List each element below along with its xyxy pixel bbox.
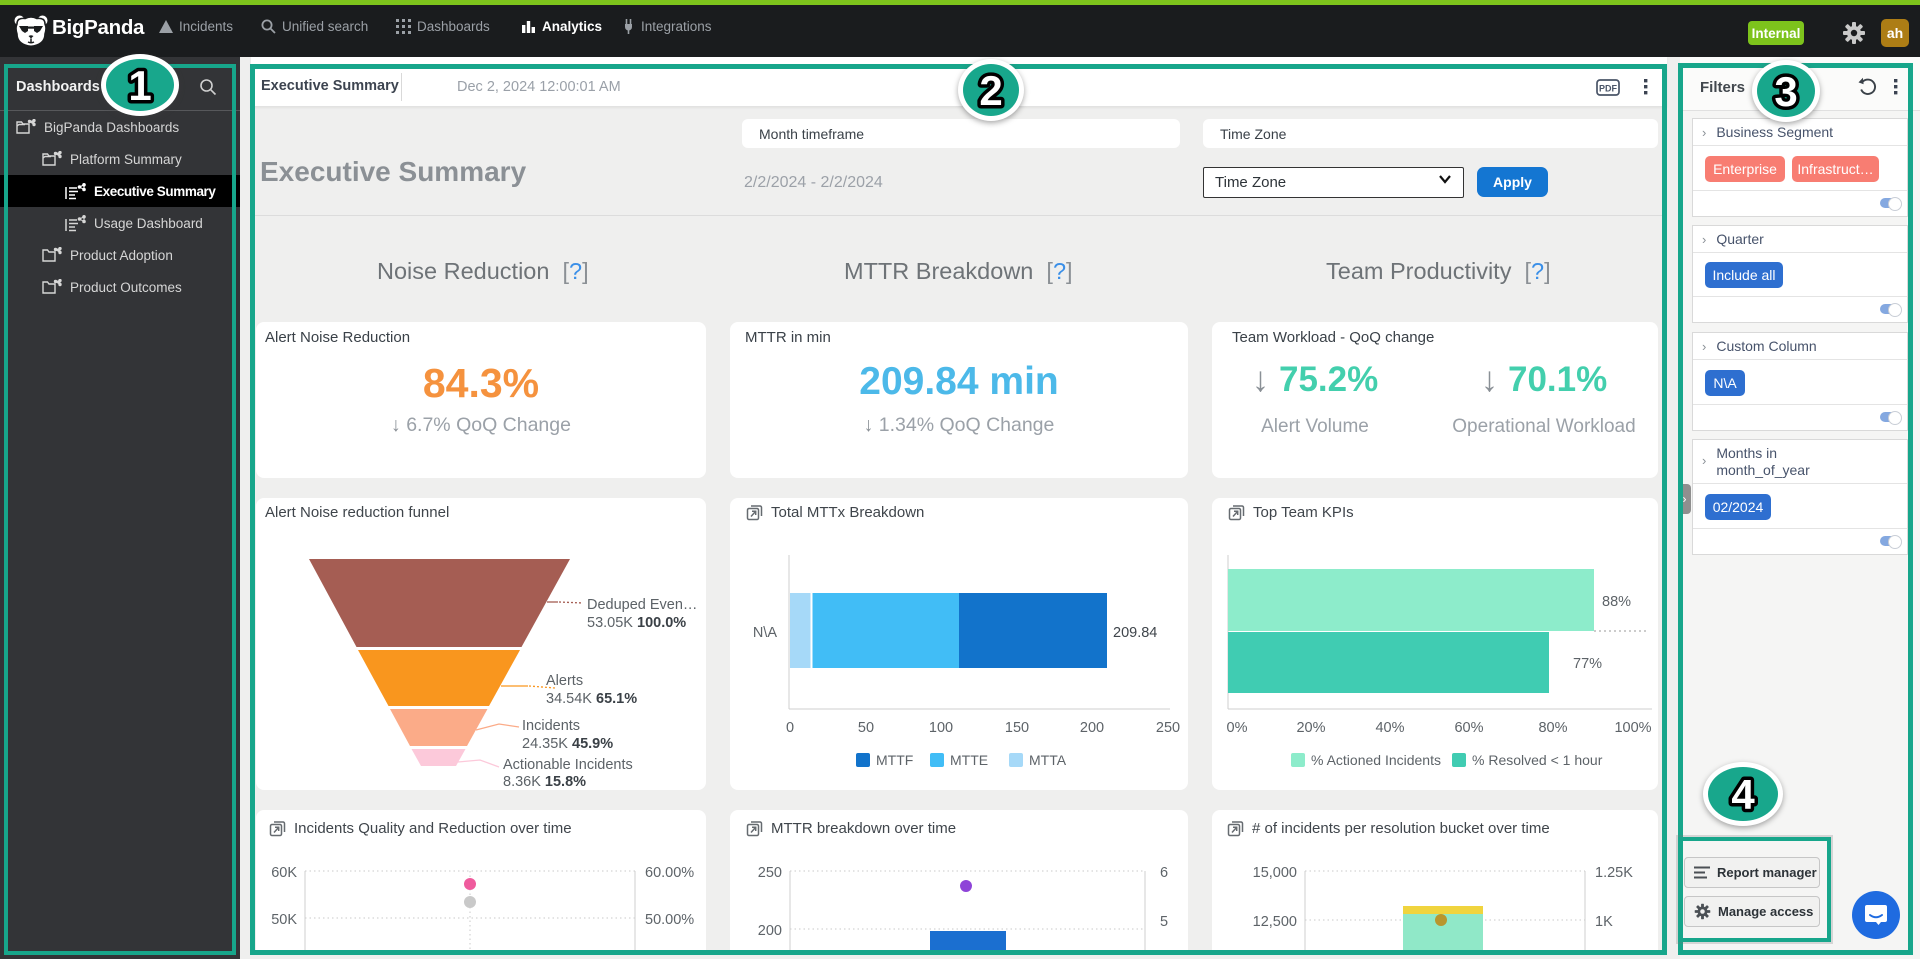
svg-text:2: 2 [979,67,1002,114]
svg-text:3: 3 [1774,68,1797,115]
svg-text:1: 1 [128,62,151,109]
svg-text:4: 4 [1731,771,1755,818]
